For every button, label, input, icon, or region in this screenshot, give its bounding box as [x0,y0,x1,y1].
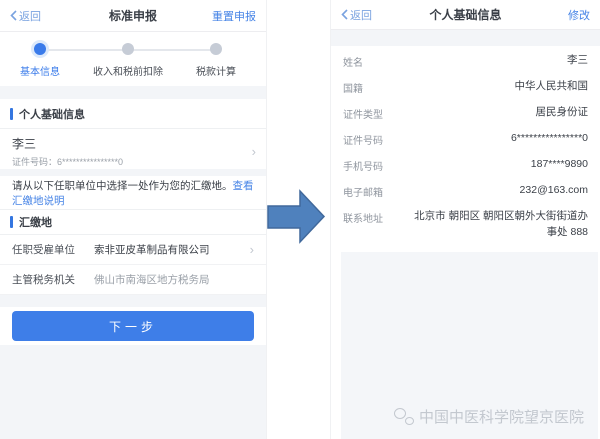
reset-declaration-button[interactable]: 重置申报 [212,8,256,24]
section-accent-bar [10,108,13,120]
screenshot-stage: 返回 标准申报 重置申报 基本信息 收入和税前扣除 税款计算 [0,0,600,439]
divider-gap [0,169,266,176]
section-remit-location: 汇缴地 [0,209,266,235]
step-dot [122,43,134,55]
divider-gap [0,86,266,99]
hospital-name: 中国中医科学院望京医院 [419,406,584,427]
employer-row[interactable]: 任职受雇单位 索非亚皮革制品有限公司 › [0,235,266,265]
step-basic-info[interactable]: 基本信息 [0,43,80,78]
taxpayer-name: 李三 [12,135,123,152]
field-row-phone: 手机号码 187****9890 [343,152,588,178]
divider-gap [0,295,266,307]
right-footer-area: 中国中医科学院望京医院 [341,252,598,439]
right-navbar: 返回 个人基础信息 修改 [331,0,600,30]
taxpayer-row[interactable]: 李三 证件号码：6****************0 › [0,129,266,169]
step-tax-calculation[interactable]: 税款计算 [176,43,256,78]
field-row-id-type: 证件类型 居民身份证 [343,100,588,126]
divider-gap [331,30,600,46]
step-dot-active [34,43,46,55]
section-personal-info: 个人基础信息 [0,99,266,129]
step-income-deduction[interactable]: 收入和税前扣除 [88,43,168,78]
back-label: 返回 [350,7,372,23]
notice-text: 请从以下任职单位中选择一处作为您的汇缴地。 [12,180,233,192]
left-navbar: 返回 标准申报 重置申报 [0,0,266,32]
back-label: 返回 [19,8,41,24]
screen-standard-declaration: 返回 标准申报 重置申报 基本信息 收入和税前扣除 税款计算 [0,0,266,439]
field-row-id-number: 证件号码 6****************0 [343,126,588,152]
field-row-address: 联系地址 北京市 朝阳区 朝阳区朝外大街街道办事处 888 [343,204,588,246]
field-row-email: 电子邮箱 232@163.com [343,178,588,204]
back-button[interactable]: 返回 [10,8,41,24]
back-button[interactable]: 返回 [341,7,372,23]
back-chevron-icon [10,10,17,21]
modify-button[interactable]: 修改 [568,7,590,23]
hospital-watermark: 中国中医科学院望京医院 [394,406,584,427]
section-accent-bar [10,216,13,228]
next-button-area: 下一步 [0,307,266,345]
field-row-nationality: 国籍 中华人民共和国 [343,74,588,100]
page-title: 个人基础信息 [341,6,590,23]
left-footer-area [0,345,266,439]
field-row-name: 姓名 李三 [343,48,588,74]
next-step-button[interactable]: 下一步 [12,311,254,341]
progress-stepper: 基本信息 收入和税前扣除 税款计算 [0,32,266,86]
wechat-logo-icon [394,408,414,425]
back-chevron-icon [341,9,348,20]
chevron-right-icon: › [250,243,254,256]
step-dot [210,43,222,55]
remit-notice: 请从以下任职单位中选择一处作为您的汇缴地。查看汇缴地说明 [0,176,266,209]
tax-authority-row: 主管税务机关 佛山市南海区地方税务局 [0,265,266,295]
screen-personal-basic-info: 返回 个人基础信息 修改 姓名 李三 国籍 中华人民共和国 证件类型 居民身份证… [331,0,600,439]
taxpayer-id: 证件号码：6****************0 [12,155,123,168]
flow-arrow-icon [267,188,326,245]
chevron-right-icon: › [252,145,256,158]
personal-info-list: 姓名 李三 国籍 中华人民共和国 证件类型 居民身份证 证件号码 6******… [331,46,600,252]
